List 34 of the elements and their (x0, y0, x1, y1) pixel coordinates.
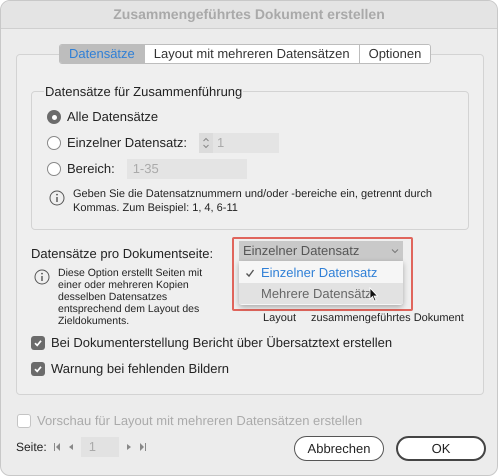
radio-label: Bereich: (67, 160, 115, 178)
button[interactable]: Abbrechen (294, 436, 384, 461)
chevron-icon (391, 248, 399, 254)
checkmark-icon (33, 364, 43, 374)
info-icon (34, 269, 50, 285)
button[interactable]: OK (396, 436, 486, 461)
last-page-icon[interactable] (138, 443, 147, 451)
tab[interactable]: Optionen (358, 45, 430, 63)
checkbox-label: Vorschau für Layout mit mehreren Datensätzen erstellen (37, 412, 362, 430)
hint-text: Geben Sie die Datensatznummern und/oder -bereiche ein, getrennt durch Kommas. Zum Beispiel: 1, 4, 6-11 (73, 187, 433, 215)
window-title: Zusammengeführtes Dokument erstellen (113, 5, 385, 24)
checkmark-icon (245, 268, 255, 278)
field-label: Seite: (16, 439, 47, 456)
checkbox-label: Warnung bei fehlenden Bildern (51, 360, 230, 378)
dropdown-value: Einzelner Datensatz (243, 242, 360, 260)
checkbox-label: Bei Dokumenterstellung Bericht über Übersatztext erstellen (51, 334, 392, 352)
checkmark-icon (33, 338, 43, 348)
first-page-icon[interactable] (52, 443, 61, 451)
radio-label: Einzelner Datensatz: (67, 134, 187, 152)
next-page-icon[interactable] (124, 443, 133, 451)
stepper-icon[interactable] (198, 133, 213, 153)
menu-item[interactable]: Mehrere Datensätz (239, 283, 403, 304)
checkbox[interactable] (31, 362, 45, 376)
hint-text: Diese Option erstellt Seiten mit einer oder mehreren Kopien desselben Datensatzes entsprechend dem Layout des Zieldokuments. (58, 267, 204, 327)
cursor-icon (369, 287, 379, 302)
option-caption: zusammengeführtes Dokument (311, 311, 464, 326)
radio-label: Alle Datensätze (67, 108, 158, 126)
previous-page-icon[interactable] (66, 443, 75, 451)
checkbox[interactable] (31, 336, 45, 350)
info-icon (49, 190, 65, 206)
dropdown[interactable]: Einzelner Datensatz (239, 241, 403, 261)
field-label: Datensätze pro Dokumentseite: (31, 245, 214, 263)
option-caption: Layout (263, 311, 296, 326)
menu-item[interactable]: Einzelner Datensatz (239, 262, 403, 283)
